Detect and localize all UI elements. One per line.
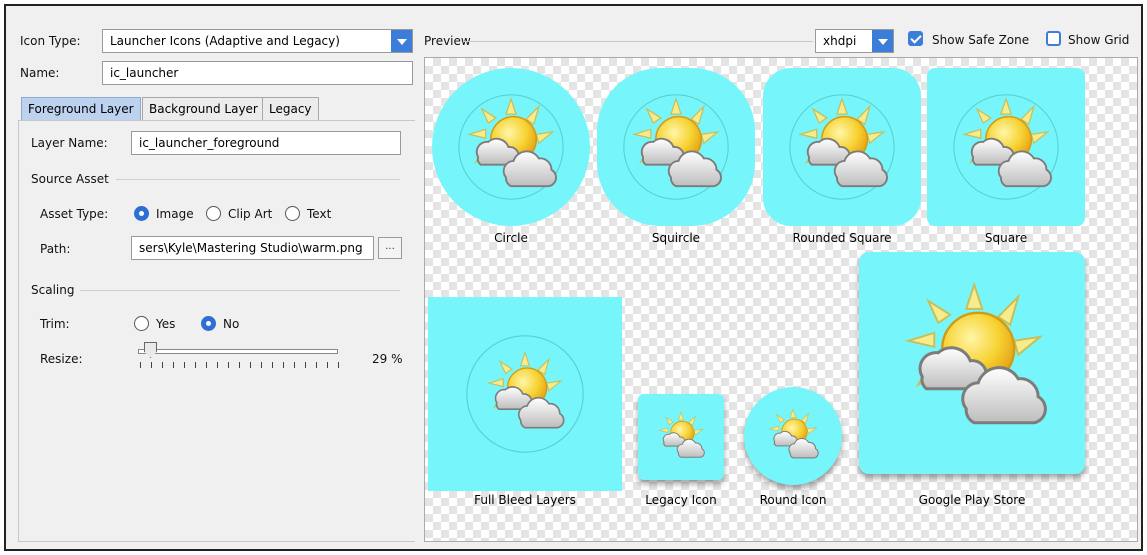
icon-type-value: Launcher Icons (Adaptive and Legacy): [110, 34, 340, 48]
chevron-down-icon[interactable]: [391, 30, 412, 52]
icon-type-dropdown[interactable]: Launcher Icons (Adaptive and Legacy): [102, 29, 413, 53]
layer-name-input[interactable]: ic_launcher_foreground: [131, 131, 401, 155]
layer-name-label: Layer Name:: [31, 136, 108, 150]
caption-square: Square: [984, 231, 1028, 245]
resize-slider-track[interactable]: [138, 349, 338, 354]
show-safe-zone-checkbox[interactable]: [908, 31, 923, 46]
divider: [116, 179, 400, 180]
chevron-down-icon[interactable]: [872, 30, 893, 52]
divider: [463, 41, 813, 42]
show-grid-label[interactable]: Show Grid: [1068, 33, 1129, 47]
path-label: Path:: [40, 242, 71, 256]
tab-background-layer[interactable]: Background Layer: [142, 97, 265, 121]
density-dropdown[interactable]: xhdpi: [815, 29, 894, 53]
asset-type-image-label[interactable]: Image: [156, 207, 194, 221]
round-icon: [744, 387, 842, 485]
scaling-heading: Scaling: [31, 283, 75, 297]
name-input[interactable]: ic_launcher: [102, 61, 413, 85]
caption-round: Round Icon: [759, 493, 827, 507]
caption-circle: Circle: [494, 231, 528, 245]
tab-foreground-layer[interactable]: Foreground Layer: [21, 97, 141, 121]
path-input[interactable]: sers\Kyle\Mastering Studio\warm.png: [131, 236, 374, 260]
resize-slider-ticks: [140, 362, 340, 368]
asset-type-text-label[interactable]: Text: [307, 207, 331, 221]
show-grid-checkbox[interactable]: [1046, 31, 1061, 46]
asset-type-text-radio[interactable]: [285, 206, 300, 221]
icon-type-label: Icon Type:: [20, 34, 81, 48]
legacy-icon: [638, 394, 724, 480]
full-bleed-layers-icon: [428, 297, 622, 491]
show-safe-zone-label[interactable]: Show Safe Zone: [932, 33, 1029, 47]
asset-type-label: Asset Type:: [40, 207, 109, 221]
caption-play-store: Google Play Store: [918, 493, 1026, 507]
caption-legacy: Legacy Icon: [645, 493, 717, 507]
google-play-store-icon: [859, 252, 1085, 474]
asset-type-clip-art-radio[interactable]: [206, 206, 221, 221]
caption-squircle: Squircle: [651, 231, 701, 245]
divider: [80, 290, 400, 291]
square-icon: [927, 68, 1085, 226]
trim-yes-label[interactable]: Yes: [156, 317, 175, 331]
trim-no-label[interactable]: No: [223, 317, 239, 331]
source-asset-heading: Source Asset: [31, 172, 109, 186]
resize-value: 29 %: [372, 352, 403, 366]
caption-rounded-square: Rounded Square: [792, 231, 892, 245]
squircle-icon: [597, 68, 755, 226]
trim-no-radio[interactable]: [201, 316, 216, 331]
resize-label: Resize:: [40, 352, 83, 366]
asset-type-image-radio[interactable]: [134, 206, 149, 221]
asset-type-clip-art-label[interactable]: Clip Art: [228, 207, 272, 221]
browse-button[interactable]: ...: [378, 237, 402, 259]
caption-full-bleed: Full Bleed Layers: [474, 493, 576, 507]
trim-label: Trim:: [40, 317, 70, 331]
density-value: xhdpi: [823, 34, 857, 48]
tab-legacy[interactable]: Legacy: [262, 97, 319, 121]
trim-yes-radio[interactable]: [134, 316, 149, 331]
name-label: Name:: [20, 66, 60, 80]
circle-icon: [432, 68, 590, 226]
rounded-square-icon: [763, 68, 921, 226]
